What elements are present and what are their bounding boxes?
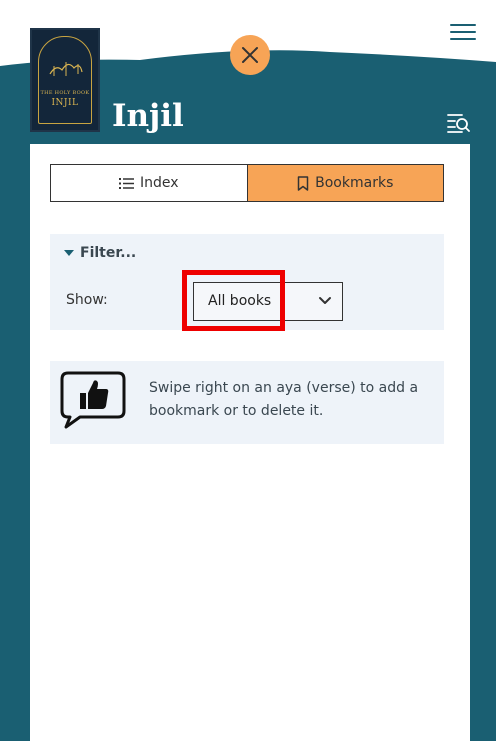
bookmarks-panel: Index Bookmarks Filter... Show: All book… — [30, 144, 470, 741]
bookmark-icon — [297, 175, 309, 191]
chevron-down-icon — [319, 297, 331, 304]
thumbs-up-bubble-icon — [60, 371, 126, 429]
app-title: Injil — [112, 98, 184, 134]
list-icon — [118, 177, 134, 189]
book-filter-value: All books — [208, 293, 272, 309]
show-label: Show: — [66, 292, 108, 308]
calligraphy-icon — [49, 62, 83, 76]
tab-bookmarks[interactable]: Bookmarks — [246, 165, 443, 201]
caret-down-icon — [64, 250, 74, 256]
tab-index-label: Index — [139, 175, 179, 191]
tab-bookmarks-label: Bookmarks — [315, 175, 394, 191]
bookmark-hint: Swipe right on an aya (verse) to add a b… — [50, 361, 444, 444]
filter-section: Filter... Show: All books — [50, 234, 444, 330]
book-filter-select[interactable]: All books — [193, 282, 343, 321]
book-cover-logo: THE HOLY BOOK INJIL — [30, 28, 100, 132]
filter-toggle[interactable]: Filter... — [64, 245, 136, 261]
close-icon — [242, 47, 258, 63]
bookmark-hint-text: Swipe right on an aya (verse) to add a b… — [149, 380, 419, 419]
filter-toggle-label: Filter... — [80, 245, 137, 261]
cover-title: INJIL — [51, 98, 79, 108]
close-button[interactable] — [230, 35, 270, 75]
search-list-button[interactable] — [447, 112, 471, 134]
tab-index[interactable]: Index — [51, 165, 247, 201]
cover-subtitle: THE HOLY BOOK — [40, 90, 90, 96]
search-list-icon — [447, 114, 470, 133]
hamburger-menu-icon[interactable] — [450, 24, 476, 46]
tab-bar: Index Bookmarks — [50, 164, 444, 202]
